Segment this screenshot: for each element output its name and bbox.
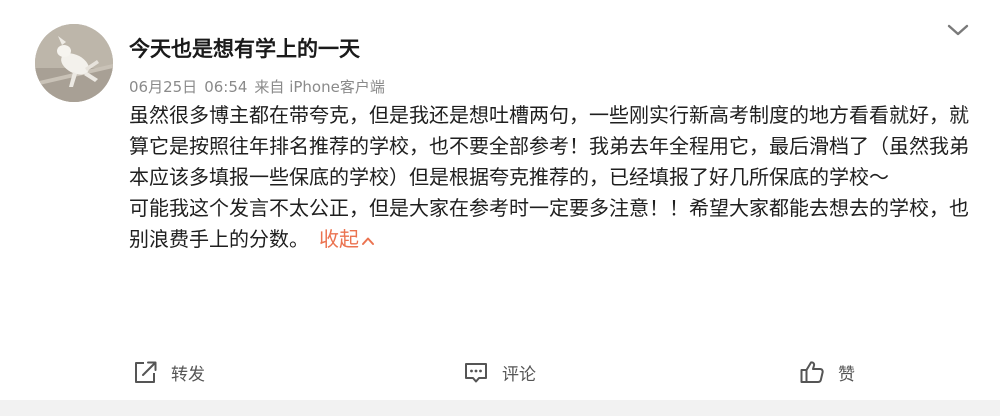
post-paragraph-last: 可能我这个发言不太公正，但是大家在参考时一定要多注意！！希望大家都能去想去的学校… (129, 193, 979, 255)
comment-button[interactable]: 评论 (462, 352, 536, 392)
thumbs-up-icon (798, 358, 826, 386)
post-paragraph-text: 可能我这个发言不太公正，但是大家在参考时一定要多注意！！希望大家都能去想去的学校… (129, 196, 969, 251)
post-time: 06:54 (204, 78, 248, 96)
repost-label: 转发 (171, 364, 205, 385)
avatar-image (35, 24, 113, 102)
like-button[interactable]: 赞 (798, 352, 855, 392)
avatar[interactable] (35, 24, 113, 102)
post-meta: 06月25日 06:54 来自 iPhone客户端 (129, 76, 385, 98)
comment-icon (462, 358, 490, 386)
comment-label: 评论 (502, 364, 536, 385)
weibo-post-card: 今天也是想有学上的一天 06月25日 06:54 来自 iPhone客户端 虽然很多… (0, 0, 1000, 400)
repost-button[interactable]: 转发 (131, 352, 205, 392)
like-label: 赞 (838, 364, 855, 385)
post-date: 06月25日 (129, 78, 198, 96)
chevron-up-icon (362, 237, 374, 245)
action-bar: 转发 评论 赞 (0, 352, 1000, 392)
collapse-link[interactable]: 收起 (319, 227, 375, 251)
collapse-label: 收起 (319, 227, 359, 251)
post-paragraph: 虽然很多博主都在带夸克，但是我还是想吐槽两句，一些刚实行新高考制度的地方看看就好… (129, 103, 969, 189)
post-source: 来自 iPhone客户端 (254, 78, 385, 96)
author-name[interactable]: 今天也是想有学上的一天 (129, 34, 360, 64)
post-body: 虽然很多博主都在带夸克，但是我还是想吐槽两句，一些刚实行新高考制度的地方看看就好… (129, 100, 979, 255)
chevron-down-icon[interactable] (943, 18, 973, 42)
share-out-icon (131, 358, 159, 386)
